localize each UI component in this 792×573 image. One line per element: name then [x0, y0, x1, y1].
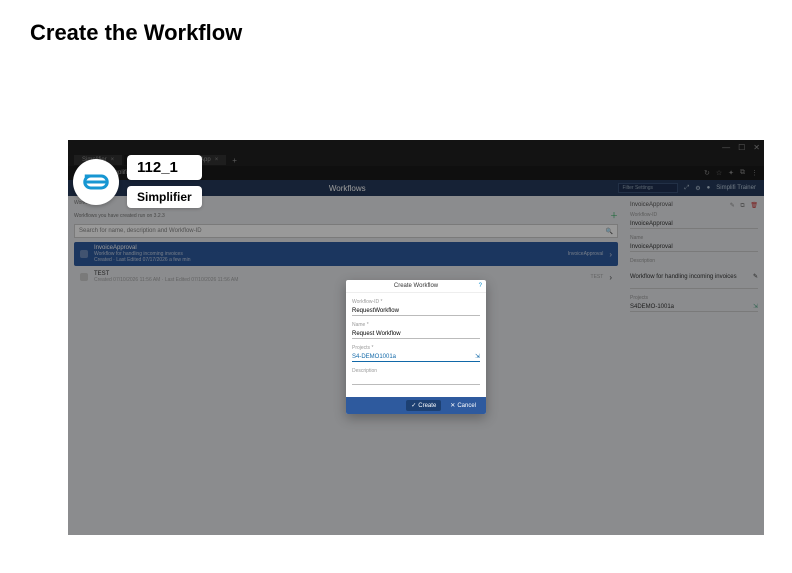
tutorial-brand-pill: Simplifier	[127, 186, 202, 208]
cancel-button[interactable]: ✕ Cancel	[445, 400, 481, 411]
projects-select[interactable]: S4-DEMO1001a ⇲	[352, 352, 480, 362]
open-link-icon[interactable]: ⇲	[475, 353, 480, 360]
dialog-title: Create Workflow ?	[346, 280, 486, 293]
close-icon: ✕	[450, 402, 455, 409]
workflow-name-input[interactable]: Request Workflow	[352, 329, 480, 339]
field-label: Description	[352, 368, 480, 374]
create-button[interactable]: ✓ Create	[406, 400, 441, 411]
workflow-id-input[interactable]: RequestWorkflow	[352, 306, 480, 316]
create-workflow-dialog: Create Workflow ? Workflow-ID * RequestW…	[346, 280, 486, 414]
check-icon: ✓	[411, 402, 416, 409]
simplifier-logo-icon	[73, 159, 119, 205]
tutorial-overlay: 112_1 Simplifier	[73, 155, 202, 208]
field-label: Projects *	[352, 345, 480, 351]
tutorial-step-pill: 112_1	[127, 155, 202, 180]
page-heading: Create the Workflow	[0, 0, 792, 46]
description-input[interactable]	[352, 375, 480, 385]
help-icon[interactable]: ?	[479, 283, 482, 289]
field-label: Workflow-ID *	[352, 299, 480, 305]
dialog-footer: ✓ Create ✕ Cancel	[346, 397, 486, 414]
field-label: Name *	[352, 322, 480, 328]
